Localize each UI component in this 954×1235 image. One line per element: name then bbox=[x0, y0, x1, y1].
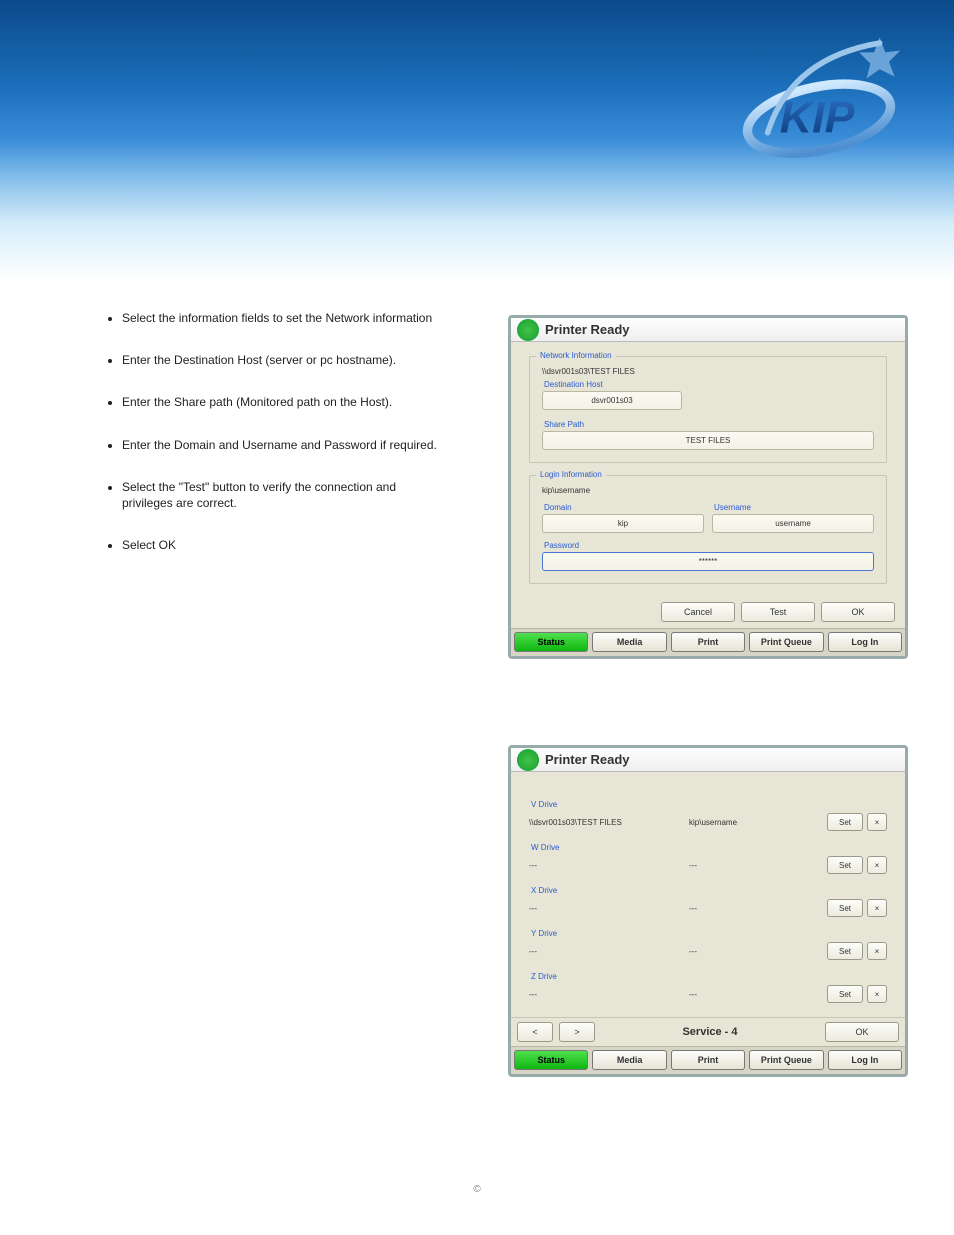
clear-button[interactable]: × bbox=[867, 856, 887, 874]
page-footer: © bbox=[0, 1184, 954, 1195]
login-summary: kip\username bbox=[542, 486, 874, 495]
set-button[interactable]: Set bbox=[827, 942, 863, 960]
bottom-nav: Status Media Print Print Queue Log In bbox=[511, 1046, 905, 1074]
bullet-item: Select the information fields to set the… bbox=[122, 310, 450, 326]
bullet-item: Select OK bbox=[122, 537, 450, 553]
panel-titlebar: Printer Ready bbox=[511, 318, 905, 342]
clear-button[interactable]: × bbox=[867, 899, 887, 917]
tab-print-queue[interactable]: Print Queue bbox=[749, 1050, 823, 1070]
set-button[interactable]: Set bbox=[827, 899, 863, 917]
drive-label: V Drive bbox=[531, 800, 887, 809]
label-username: Username bbox=[714, 503, 874, 512]
drive-user: --- bbox=[689, 904, 823, 913]
network-summary: \\dsvr001s03\TEST FILES bbox=[542, 367, 874, 376]
username-input[interactable]: username bbox=[712, 514, 874, 533]
drive-path: --- bbox=[529, 904, 689, 913]
panel-title: Printer Ready bbox=[545, 322, 630, 337]
logo-text: KIP bbox=[780, 93, 855, 143]
status-ready-icon bbox=[517, 749, 539, 771]
bullet-item: Enter the Share path (Monitored path on … bbox=[122, 394, 450, 410]
drive-path: \\dsvr001s03\TEST FILES bbox=[529, 818, 689, 827]
tab-login[interactable]: Log In bbox=[828, 1050, 902, 1070]
login-info-group: Login Information kip\username Domain ki… bbox=[529, 475, 887, 584]
drive-row: X Drive ------ Set× bbox=[529, 882, 887, 925]
tab-status[interactable]: Status bbox=[514, 1050, 588, 1070]
destination-host-input[interactable]: dsvr001s03 bbox=[542, 391, 682, 410]
instruction-list: Select the information fields to set the… bbox=[100, 310, 450, 553]
service-nav-row: < > Service - 4 OK bbox=[511, 1017, 905, 1046]
drive-label: Z Drive bbox=[531, 972, 887, 981]
drive-label: X Drive bbox=[531, 886, 887, 895]
prev-button[interactable]: < bbox=[517, 1022, 553, 1042]
drive-row: W Drive ------ Set× bbox=[529, 839, 887, 882]
header-banner: KIP bbox=[0, 0, 954, 280]
ok-button[interactable]: OK bbox=[821, 602, 895, 622]
drive-user: --- bbox=[689, 861, 823, 870]
drive-user: --- bbox=[689, 947, 823, 956]
tab-print[interactable]: Print bbox=[671, 632, 745, 652]
panel-title: Printer Ready bbox=[545, 752, 630, 767]
service-label: Service - 4 bbox=[601, 1026, 819, 1038]
label-domain: Domain bbox=[544, 503, 704, 512]
set-button[interactable]: Set bbox=[827, 985, 863, 1003]
tab-status[interactable]: Status bbox=[514, 632, 588, 652]
label-share-path: Share Path bbox=[544, 420, 874, 429]
network-config-panel: Printer Ready Network Information \\dsvr… bbox=[508, 315, 908, 659]
group-legend: Login Information bbox=[536, 470, 606, 479]
next-button[interactable]: > bbox=[559, 1022, 595, 1042]
cancel-button[interactable]: Cancel bbox=[661, 602, 735, 622]
label-password: Password bbox=[544, 541, 874, 550]
drive-row: V Drive \\dsvr001s03\TEST FILESkip\userna… bbox=[529, 796, 887, 839]
clear-button[interactable]: × bbox=[867, 985, 887, 1003]
label-destination-host: Destination Host bbox=[544, 380, 874, 389]
group-legend: Network Information bbox=[536, 351, 616, 360]
drive-user: kip\username bbox=[689, 818, 823, 827]
drive-row: Z Drive ------ Set× bbox=[529, 968, 887, 1011]
clear-button[interactable]: × bbox=[867, 813, 887, 831]
drive-mapping-panel: Printer Ready V Drive \\dsvr001s03\TEST F… bbox=[508, 745, 908, 1077]
drive-path: --- bbox=[529, 947, 689, 956]
drive-user: --- bbox=[689, 990, 823, 999]
drive-path: --- bbox=[529, 861, 689, 870]
drive-label: Y Drive bbox=[531, 929, 887, 938]
bullet-item: Select the "Test" button to verify the c… bbox=[122, 479, 450, 511]
tab-media[interactable]: Media bbox=[592, 632, 666, 652]
network-info-group: Network Information \\dsvr001s03\TEST FI… bbox=[529, 356, 887, 463]
tab-media[interactable]: Media bbox=[592, 1050, 666, 1070]
kip-logo: KIP bbox=[734, 30, 904, 170]
drive-label: W Drive bbox=[531, 843, 887, 852]
ok-button[interactable]: OK bbox=[825, 1022, 899, 1042]
tab-print[interactable]: Print bbox=[671, 1050, 745, 1070]
set-button[interactable]: Set bbox=[827, 856, 863, 874]
bottom-nav: Status Media Print Print Queue Log In bbox=[511, 628, 905, 656]
status-ready-icon bbox=[517, 319, 539, 341]
drive-row: Y Drive ------ Set× bbox=[529, 925, 887, 968]
tab-login[interactable]: Log In bbox=[828, 632, 902, 652]
password-input[interactable]: ****** bbox=[542, 552, 874, 571]
bullet-item: Enter the Destination Host (server or pc… bbox=[122, 352, 450, 368]
panel-titlebar: Printer Ready bbox=[511, 748, 905, 772]
test-button[interactable]: Test bbox=[741, 602, 815, 622]
drive-list: V Drive \\dsvr001s03\TEST FILESkip\userna… bbox=[511, 772, 905, 1017]
clear-button[interactable]: × bbox=[867, 942, 887, 960]
tab-print-queue[interactable]: Print Queue bbox=[749, 632, 823, 652]
drive-path: --- bbox=[529, 990, 689, 999]
set-button[interactable]: Set bbox=[827, 813, 863, 831]
bullet-item: Enter the Domain and Username and Passwo… bbox=[122, 437, 450, 453]
share-path-input[interactable]: TEST FILES bbox=[542, 431, 874, 450]
domain-input[interactable]: kip bbox=[542, 514, 704, 533]
